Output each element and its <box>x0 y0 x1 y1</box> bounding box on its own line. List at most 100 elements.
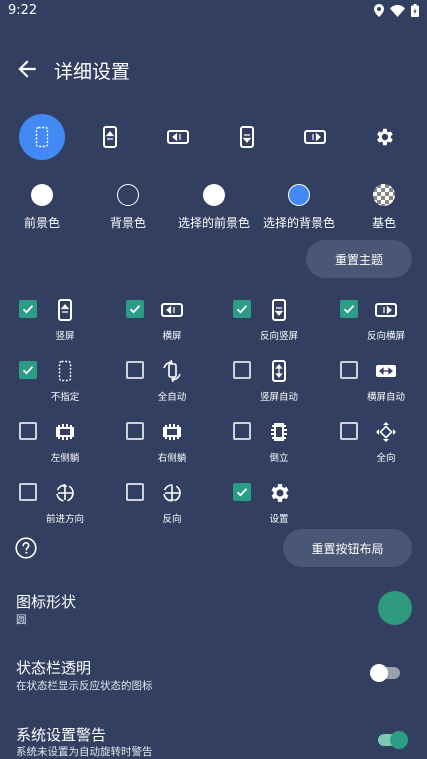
pref-title: 图标形状 <box>16 593 77 611</box>
grid-item-label: 倒立 <box>269 453 289 464</box>
location-icon <box>374 4 384 17</box>
portrait-auto-icon <box>272 360 286 382</box>
grid-item-button[interactable] <box>373 358 399 384</box>
color-base[interactable]: 基色 <box>339 184 427 231</box>
swatch-background <box>117 184 139 206</box>
status-bar: 9:22 <box>0 0 427 24</box>
grid-item-button[interactable] <box>373 297 399 323</box>
color-background[interactable]: 背景色 <box>83 184 173 231</box>
pref-summary: 系统未设置为自动旋转时警告 <box>16 746 153 758</box>
tab-unspecified[interactable] <box>19 114 65 160</box>
color-selected-background[interactable]: 选择的背景色 <box>254 184 344 231</box>
orientation-tabs <box>0 114 427 160</box>
tab-portrait[interactable] <box>87 114 133 160</box>
color-foreground[interactable]: 前景色 <box>0 184 87 231</box>
grid-item-button[interactable] <box>159 480 185 506</box>
back-button[interactable] <box>14 56 40 82</box>
grid-item-checkbox[interactable] <box>126 361 144 379</box>
grid-item-checkbox[interactable] <box>19 300 37 318</box>
tab-landscape[interactable] <box>155 114 201 160</box>
grid-item-checkbox[interactable] <box>19 483 37 501</box>
lie-left-icon <box>56 424 74 440</box>
grid-item-checkbox[interactable] <box>233 422 251 440</box>
tab-settings[interactable] <box>361 114 407 160</box>
page-title: 详细设置 <box>54 61 131 83</box>
forward-direction-icon <box>56 484 74 502</box>
grid-item-button[interactable] <box>266 358 292 384</box>
grid-item-checkbox[interactable] <box>340 300 358 318</box>
portrait-icon <box>58 299 72 321</box>
grid-item-checkbox[interactable] <box>126 300 144 318</box>
landscape-icon <box>161 303 183 317</box>
grid-item-checkbox[interactable] <box>233 300 251 318</box>
switch-thumb <box>390 731 408 749</box>
grid-item-label: 设置 <box>269 514 289 525</box>
grid-item: 不指定 <box>19 358 125 411</box>
grid-item: 倒立 <box>233 422 339 472</box>
grid-item-label: 前进方向 <box>45 514 85 525</box>
reverse-portrait-icon <box>240 126 254 148</box>
grid-item-checkbox[interactable] <box>233 483 251 501</box>
grid-item-checkbox[interactable] <box>340 422 358 440</box>
battery-icon <box>411 4 419 17</box>
grid-item: 全向 <box>340 422 427 472</box>
grid-item-label: 竖屏自动 <box>259 392 299 403</box>
status-transparent-switch[interactable] <box>368 662 406 684</box>
grid-item-button[interactable] <box>266 480 292 506</box>
lie-right-icon <box>163 424 181 440</box>
reset-layout-button[interactable]: 重置按钮布局 <box>283 529 412 567</box>
grid-item-checkbox[interactable] <box>19 361 37 379</box>
grid-item-checkbox[interactable] <box>19 422 37 440</box>
grid-item-label: 全自动 <box>157 392 187 403</box>
grid-item-button[interactable] <box>266 419 292 445</box>
check-icon <box>236 305 248 314</box>
pref-status-transparent[interactable]: 状态栏透明 在状态栏显示反应状态的图标 <box>0 651 427 697</box>
grid-item: 反向横屏 <box>340 300 427 350</box>
pref-title: 系统设置警告 <box>16 726 107 744</box>
grid-item-checkbox[interactable] <box>126 483 144 501</box>
grid-item: 横屏自动 <box>340 361 427 411</box>
grid-item: 反向 <box>126 483 232 533</box>
grid-item-label: 全向 <box>376 453 396 464</box>
pref-icon-shape[interactable]: 图标形状 圆 <box>0 585 427 631</box>
swatch-selected-background <box>288 184 310 206</box>
gear-icon <box>271 484 289 502</box>
color-selected-foreground[interactable]: 选择的前景色 <box>169 184 259 231</box>
shape-preview <box>378 591 412 625</box>
grid-item-button[interactable] <box>373 419 399 445</box>
grid-item-checkbox[interactable] <box>126 422 144 440</box>
pref-system-warning[interactable]: 系统设置警告 系统未设置为自动旋转时警告 <box>0 710 427 758</box>
check-icon <box>343 305 355 314</box>
system-warning-switch[interactable] <box>372 729 410 751</box>
tab-reverse-portrait[interactable] <box>224 114 270 160</box>
grid-item-checkbox[interactable] <box>340 361 358 379</box>
grid-item-button[interactable] <box>52 419 78 445</box>
reset-theme-button[interactable]: 重置主题 <box>306 240 412 278</box>
grid-item-button[interactable] <box>159 297 185 323</box>
grid-item-button[interactable] <box>266 297 292 323</box>
reverse-landscape-icon <box>304 130 326 144</box>
auto-rotate-icon <box>163 359 181 383</box>
grid-item-button[interactable] <box>52 297 78 323</box>
grid-item-checkbox[interactable] <box>233 361 251 379</box>
help-icon <box>15 537 37 559</box>
grid-item: 反向竖屏 <box>233 297 339 350</box>
pref-title: 状态栏透明 <box>16 659 92 677</box>
omni-icon <box>376 422 396 442</box>
grid-item-button[interactable] <box>159 358 185 384</box>
help-button[interactable] <box>15 537 37 559</box>
tab-reverse-landscape[interactable] <box>292 114 338 160</box>
grid-item-button[interactable] <box>52 480 78 506</box>
check-icon <box>22 366 34 375</box>
grid-item-button[interactable] <box>52 358 78 384</box>
grid-item-label: 左侧躺 <box>50 453 80 464</box>
color-label: 选择的背景色 <box>262 216 335 230</box>
swatch-foreground <box>31 184 53 206</box>
grid-item-label: 竖屏 <box>55 331 75 342</box>
grid-item: 竖屏自动 <box>233 358 339 411</box>
landscape-icon <box>167 130 189 144</box>
grid-item-button[interactable] <box>159 419 185 445</box>
color-label: 前景色 <box>23 216 60 230</box>
status-icons <box>374 4 419 17</box>
switch-thumb <box>370 664 388 682</box>
